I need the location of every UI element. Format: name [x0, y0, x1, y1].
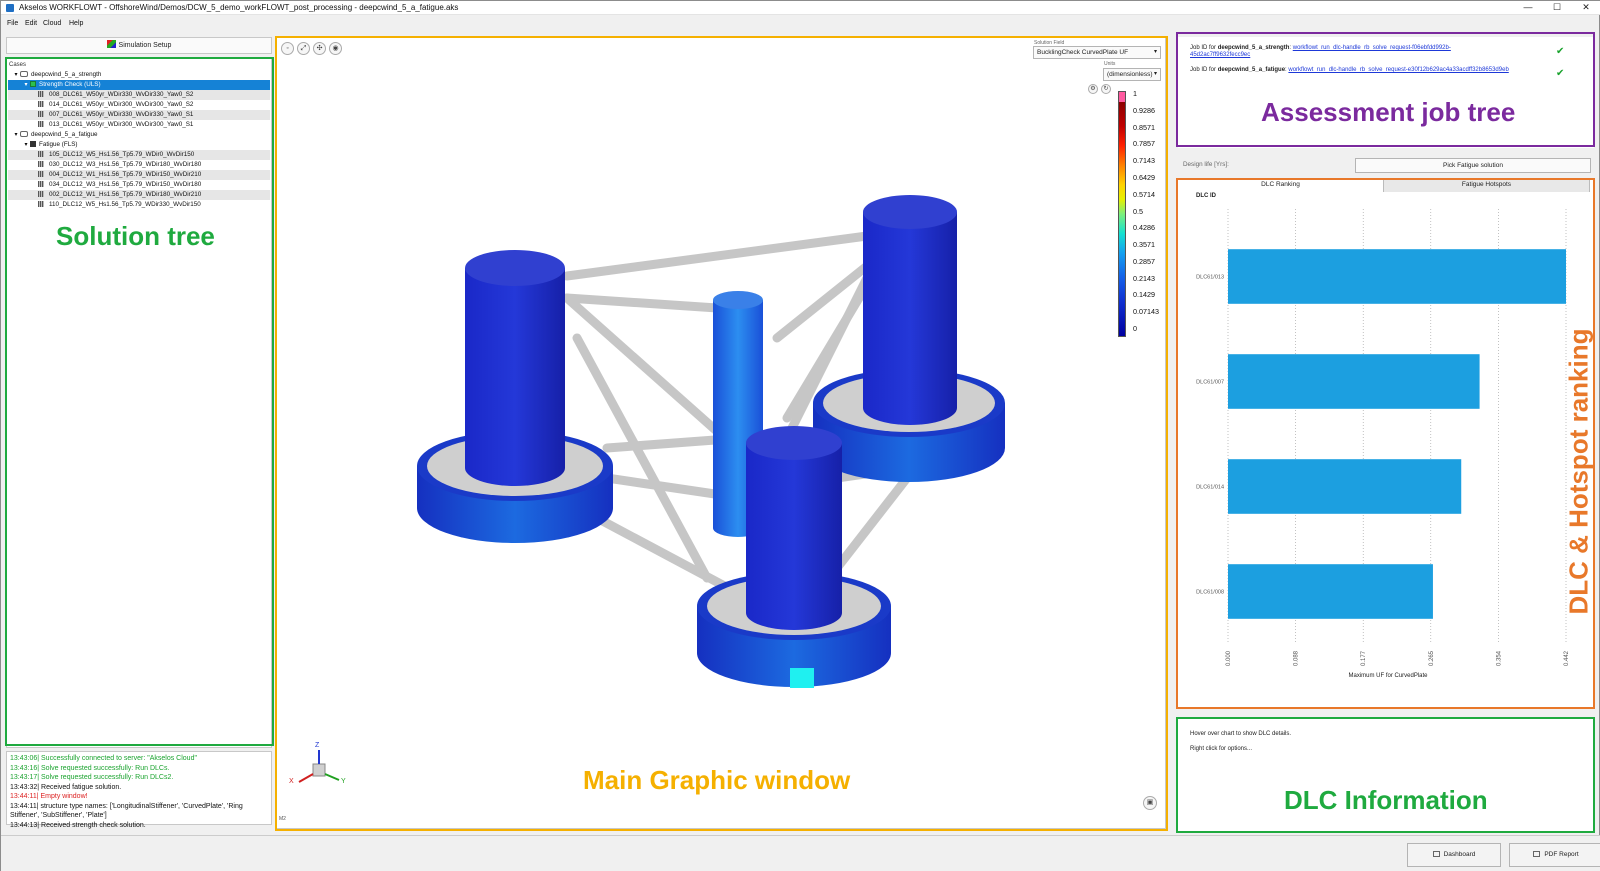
- minimize-button[interactable]: —: [1513, 1, 1543, 15]
- simulation-setup-button[interactable]: Simulation Setup: [6, 37, 272, 54]
- title-bar: Akselos WORKFLOWT - OffshoreWind/Demos/D…: [1, 1, 1600, 15]
- graphic-window-label: Main Graphic window: [583, 765, 851, 795]
- window-title: Akselos WORKFLOWT - OffshoreWind/Demos/D…: [19, 3, 459, 12]
- log-line: 13:44:11| Empty window!: [10, 793, 88, 800]
- pdf-report-button[interactable]: PDF Report: [1509, 843, 1600, 867]
- maximize-button[interactable]: ☐: [1542, 1, 1572, 15]
- job-tree-frame: [1176, 32, 1595, 147]
- menu-cloud[interactable]: Cloud: [43, 20, 61, 27]
- log-line: 13:43:06| Successfully connected to serv…: [10, 755, 197, 762]
- dashboard-icon: [1432, 851, 1440, 857]
- log-line: 13:43:17| Solve requested successfully: …: [10, 774, 174, 781]
- simulation-setup-label: Simulation Setup: [118, 42, 172, 49]
- ranking-label: DLC & Hotspot ranking: [1563, 328, 1594, 615]
- dashboard-button[interactable]: Dashboard: [1407, 843, 1501, 867]
- app-logo-icon: [6, 4, 14, 12]
- dashboard-label: Dashboard: [1443, 851, 1476, 858]
- simulation-setup-icon: [106, 40, 116, 48]
- graphic-window-frame: [275, 36, 1168, 831]
- ranking-frame: [1176, 178, 1595, 709]
- pdf-report-label: PDF Report: [1544, 851, 1579, 858]
- menu-bar: File Edit Cloud Help: [1, 17, 1600, 31]
- log-line: 13:44:13| Received strength check soluti…: [10, 821, 146, 829]
- menu-file[interactable]: File: [7, 20, 18, 27]
- log-line: 13:44:11| structure type names: ['Longit…: [10, 802, 243, 820]
- log-line: 13:43:16| Solve requested successfully: …: [10, 764, 170, 772]
- pdf-icon: [1533, 851, 1541, 857]
- pick-fatigue-solution-button[interactable]: Pick Fatigue solution: [1355, 158, 1591, 173]
- dlc-info-label: DLC Information: [1284, 785, 1488, 815]
- close-button[interactable]: ✕: [1571, 1, 1600, 15]
- log-line: 13:43:32| Received fatigue solution.: [10, 783, 122, 791]
- menu-help[interactable]: Help: [69, 20, 83, 27]
- message-log[interactable]: 13:43:06| Successfully connected to serv…: [6, 751, 272, 829]
- job-tree-label: Assessment job tree: [1261, 97, 1516, 127]
- design-life-label: Design life [Yrs]:: [1183, 161, 1229, 168]
- app-window: Akselos WORKFLOWT - OffshoreWind/Demos/D…: [0, 0, 1600, 871]
- solution-tree-label: Solution tree: [56, 221, 215, 251]
- bottom-bar: Dashboard PDF Report: [1, 835, 1600, 871]
- menu-edit[interactable]: Edit: [25, 20, 37, 27]
- solution-tree-frame: [5, 57, 274, 746]
